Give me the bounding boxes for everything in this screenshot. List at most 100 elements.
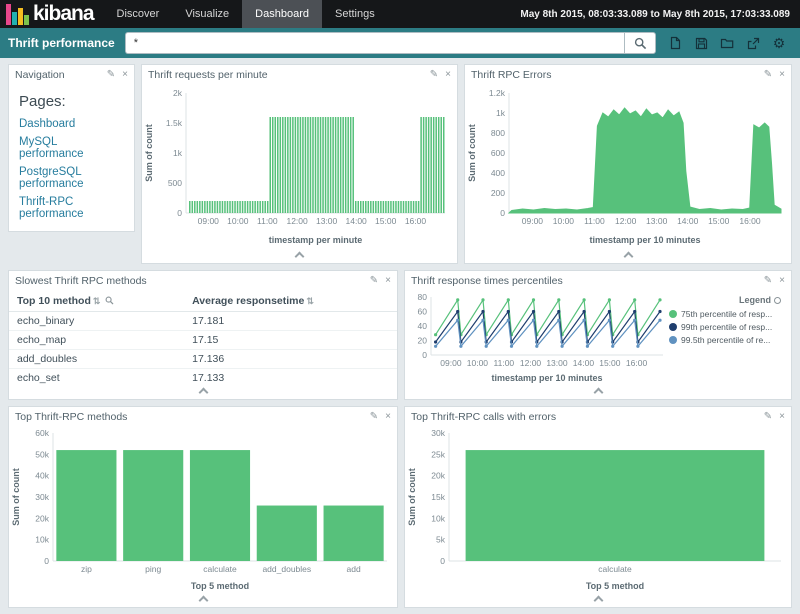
close-panel-icon[interactable]: × (779, 70, 785, 80)
chevron-up-icon (198, 388, 208, 398)
edit-panel-icon[interactable]: ✎ (370, 412, 378, 422)
chevron-up-icon (295, 252, 305, 262)
top-methods-bar-chart[interactable]: 010k20k30k40k50k60kSum of countTop 5 met… (9, 427, 395, 593)
panel-title: Thrift response times percentiles (411, 275, 764, 287)
sort-icon[interactable]: ⇅ (306, 296, 314, 306)
edit-panel-icon[interactable]: ✎ (430, 70, 438, 80)
svg-text:40: 40 (418, 321, 428, 331)
top-errors-bar-chart[interactable]: 05k10k15k20k25k30kSum of countTop 5 meth… (405, 427, 789, 593)
svg-text:ping: ping (145, 564, 161, 574)
chevron-up-icon (198, 596, 208, 606)
svg-text:12:00: 12:00 (286, 216, 308, 226)
kibana-logo[interactable]: kibana (0, 0, 104, 28)
svg-text:timestamp per minute: timestamp per minute (269, 235, 363, 245)
nav-tab-visualize[interactable]: Visualize (172, 0, 242, 28)
panel-title: Navigation (15, 69, 107, 81)
new-dashboard-button[interactable] (662, 32, 688, 54)
search-icon[interactable] (105, 296, 114, 305)
responsetime-cell: 17.15 (184, 331, 397, 350)
svg-text:Sum of count: Sum of count (144, 124, 154, 182)
edit-panel-icon[interactable]: ✎ (764, 276, 772, 286)
svg-text:30k: 30k (431, 428, 445, 438)
svg-text:50k: 50k (35, 449, 49, 459)
svg-text:1.5k: 1.5k (166, 118, 183, 128)
edit-panel-icon[interactable]: ✎ (107, 70, 115, 80)
close-panel-icon[interactable]: × (779, 412, 785, 422)
logo-bar (6, 4, 11, 25)
close-panel-icon[interactable]: × (385, 276, 391, 286)
navigation-links: Dashboard MySQL performance PostgreSQL per… (19, 118, 124, 220)
edit-panel-icon[interactable]: ✎ (370, 276, 378, 286)
close-panel-icon[interactable]: × (122, 70, 128, 80)
chart-legend: Legend 75th percentile of resp... 99th pe… (669, 291, 787, 385)
svg-text:12:00: 12:00 (520, 358, 542, 368)
page-link[interactable]: Dashboard (19, 118, 124, 130)
svg-text:1.2k: 1.2k (489, 88, 506, 98)
legend-item[interactable]: 99.5th percentile of re... (669, 335, 781, 345)
nav-tab-dashboard[interactable]: Dashboard (242, 0, 322, 28)
method-cell: echo_binary (9, 312, 184, 331)
svg-text:500: 500 (168, 178, 182, 188)
column-header-responsetime[interactable]: Average responsetime⇅ (184, 291, 397, 312)
svg-text:15:00: 15:00 (599, 358, 621, 368)
page-link[interactable]: Thrift-RPC performance (19, 196, 124, 220)
close-panel-icon[interactable]: × (445, 70, 451, 80)
pages-heading: Pages: (19, 93, 124, 110)
app-nav-tabs: DiscoverVisualizeDashboardSettings (104, 0, 388, 28)
collapse-panel-button[interactable] (9, 593, 397, 607)
svg-text:20: 20 (418, 336, 428, 346)
close-panel-icon[interactable]: × (385, 412, 391, 422)
panel-title: Top Thrift-RPC calls with errors (411, 411, 764, 423)
requests-histogram-chart[interactable]: 05001k1.5k2k09:0010:0011:0012:0013:0014:… (142, 85, 453, 247)
collapse-panel-button[interactable] (465, 249, 791, 263)
share-dashboard-button[interactable] (740, 32, 766, 54)
collapse-panel-button[interactable] (142, 249, 457, 263)
legend-item[interactable]: 99th percentile of resp... (669, 322, 781, 332)
panel-header: Thrift response times percentiles ✎ × (405, 271, 791, 291)
close-panel-icon[interactable]: × (779, 276, 785, 286)
method-cell: echo_map (9, 331, 184, 350)
svg-text:60: 60 (418, 307, 428, 317)
panel-navigation: Navigation ✎ × Pages: Dashboard MySQL per… (8, 64, 135, 232)
nav-tab-settings[interactable]: Settings (322, 0, 388, 28)
svg-text:zip: zip (81, 564, 92, 574)
load-dashboard-button[interactable] (714, 32, 740, 54)
legend-dot (669, 336, 677, 344)
save-dashboard-button[interactable] (688, 32, 714, 54)
panel-title: Top Thrift-RPC methods (15, 411, 370, 423)
panel-thrift-response-times-percentiles: Thrift response times percentiles ✎ × 02… (404, 270, 792, 400)
nav-tab-discover[interactable]: Discover (104, 0, 173, 28)
logo-bar (24, 15, 29, 25)
percentiles-line-chart[interactable]: 02040608009:0010:0011:0012:0013:0014:001… (405, 291, 669, 385)
search-button[interactable] (624, 32, 656, 54)
svg-text:16:00: 16:00 (739, 216, 761, 226)
time-range-picker[interactable]: May 8th 2015, 08:03:33.089 to May 8th 20… (520, 9, 800, 20)
edit-panel-icon[interactable]: ✎ (764, 412, 772, 422)
page-link[interactable]: PostgreSQL performance (19, 166, 124, 190)
collapse-panel-button[interactable] (405, 385, 791, 399)
svg-text:40k: 40k (35, 471, 49, 481)
svg-text:600: 600 (491, 148, 505, 158)
svg-text:calculate: calculate (203, 564, 237, 574)
panel-title: Thrift RPC Errors (471, 69, 764, 81)
svg-text:09:00: 09:00 (522, 216, 544, 226)
sort-icon[interactable]: ⇅ (93, 296, 101, 306)
legend-label: 75th percentile of resp... (681, 309, 772, 319)
search-input[interactable] (125, 32, 624, 54)
panel-header: Slowest Thrift RPC methods ✎ × (9, 271, 397, 291)
svg-text:11:00: 11:00 (494, 358, 515, 368)
svg-text:15:00: 15:00 (375, 216, 397, 226)
collapse-panel-button[interactable] (405, 593, 791, 607)
errors-area-chart[interactable]: 02004006008001k1.2k09:0010:0011:0012:001… (465, 85, 789, 247)
legend-toggle[interactable]: Legend (669, 295, 781, 305)
svg-text:10:00: 10:00 (553, 216, 575, 226)
edit-panel-icon[interactable]: ✎ (764, 70, 772, 80)
legend-item[interactable]: 75th percentile of resp... (669, 309, 781, 319)
gear-icon: ⚙ (773, 36, 786, 50)
svg-text:Sum of count: Sum of count (467, 124, 477, 182)
options-button[interactable]: ⚙ (766, 32, 792, 54)
collapse-panel-button[interactable] (9, 385, 397, 399)
svg-text:calculate: calculate (598, 564, 632, 574)
page-link[interactable]: MySQL performance (19, 136, 124, 160)
column-header-method[interactable]: Top 10 method⇅ (9, 291, 184, 312)
